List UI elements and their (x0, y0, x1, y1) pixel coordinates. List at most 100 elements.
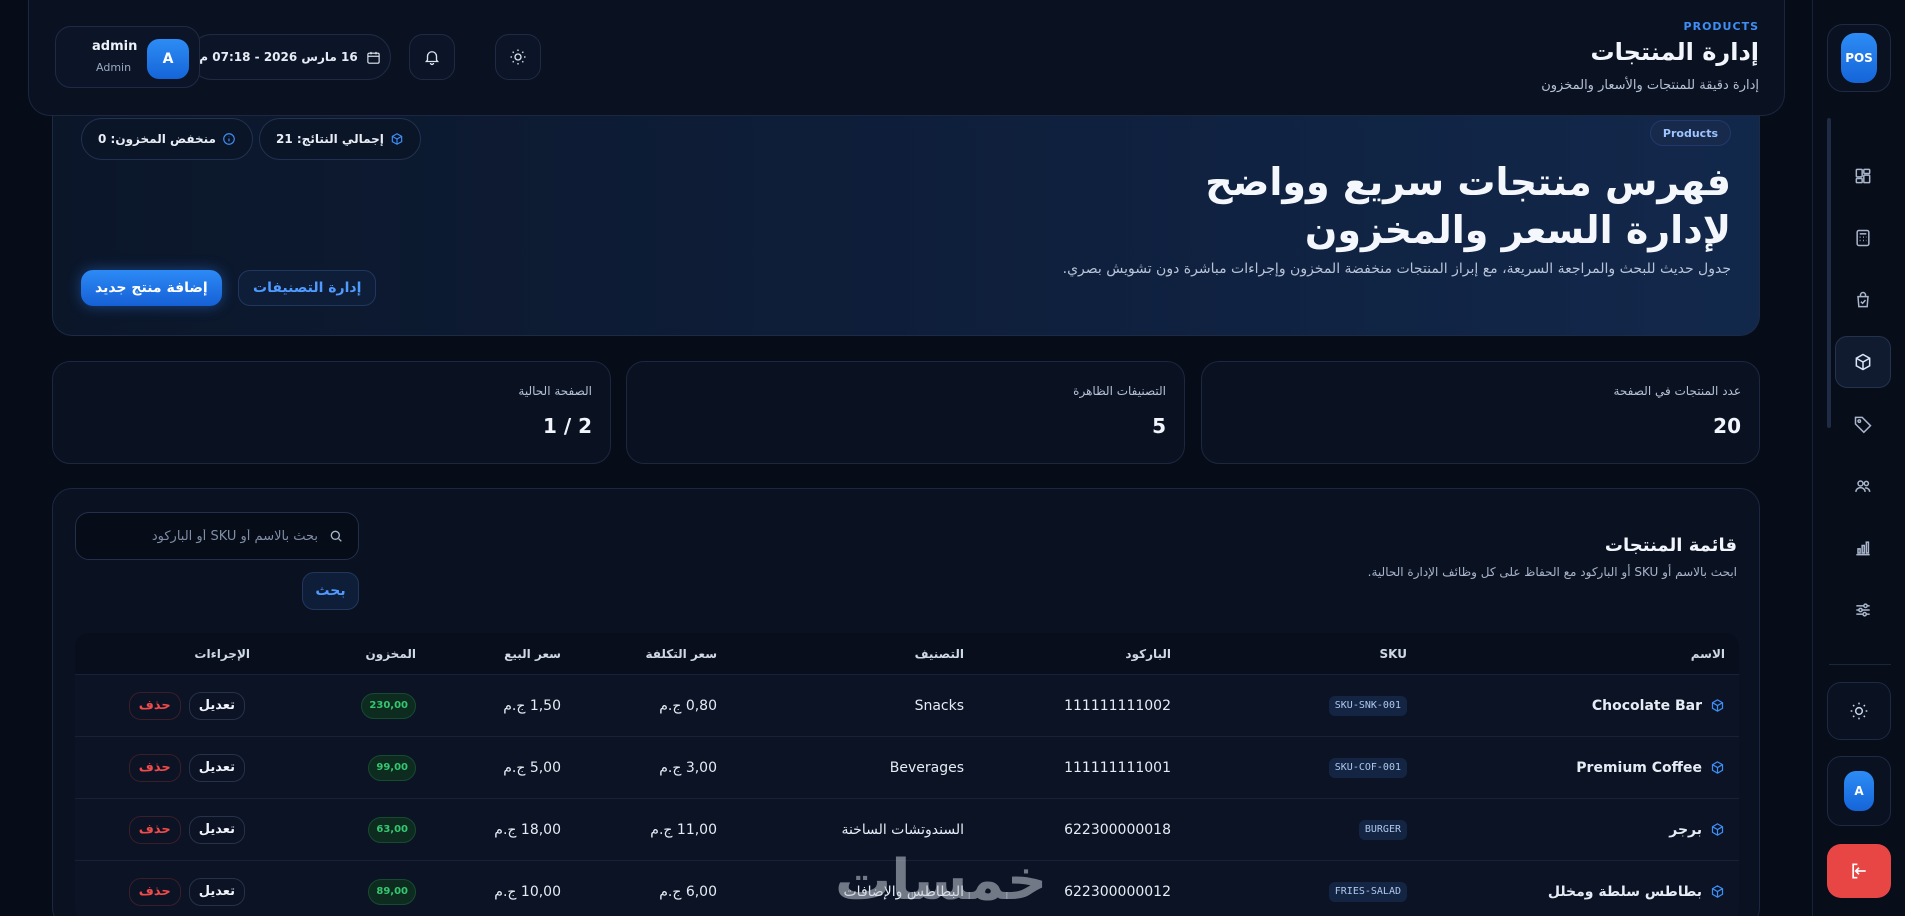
column-header-category[interactable]: التصنيف (915, 633, 964, 674)
table-row[interactable]: Chocolate Bar SKU-SNK-001 111111111002 S… (75, 675, 1739, 737)
sidebar-item-users[interactable] (1835, 460, 1891, 512)
low-stock-text: منخفض المخزون: 0 (98, 132, 216, 146)
low-stock-pill: منخفض المخزون: 0 (81, 118, 253, 160)
edit-button[interactable]: تعديل (188, 815, 245, 844)
stock-cell: 89,00 (368, 861, 416, 916)
users-icon (1855, 480, 1871, 492)
sku-cell: FRIES-SALAD (1328, 861, 1407, 916)
logout-button[interactable] (1827, 844, 1891, 898)
search-field[interactable] (75, 512, 359, 560)
calendar-icon (367, 51, 380, 64)
delete-button[interactable]: حذف (128, 691, 181, 720)
column-header-stock[interactable]: المخزون (366, 633, 416, 674)
box-icon (1711, 823, 1724, 836)
sku-badge: FRIES-SALAD (1328, 881, 1407, 902)
user-name: admin (92, 39, 138, 54)
page-subtitle: إدارة دقيقة للمنتجات والأسعار والمخزون (1541, 78, 1759, 93)
bar-chart-icon (1856, 541, 1870, 556)
total-results-pill: إجمالي النتائج: 21 (259, 118, 421, 160)
search-icon (330, 530, 342, 542)
logout-icon (1852, 863, 1866, 879)
delete-button[interactable]: حذف (128, 877, 181, 906)
dashboard-icon (1855, 168, 1871, 184)
sku-badge: SKU-SNK-001 (1328, 695, 1407, 716)
search-input[interactable] (90, 528, 318, 544)
total-results-text: إجمالي النتائج: 21 (276, 132, 384, 146)
box-icon (1855, 353, 1871, 371)
sidebar-item-settings[interactable] (1835, 584, 1891, 636)
edit-button[interactable]: تعديل (188, 877, 245, 906)
sidebar-scrollbar[interactable] (1827, 118, 1831, 428)
box-icon (1711, 885, 1724, 898)
metric-label: عدد المنتجات في الصفحة (1613, 384, 1742, 398)
sidebar-item-pos[interactable] (1835, 212, 1891, 264)
row-actions: تعديل حذف (128, 737, 245, 798)
products-title: قائمة المنتجات (1604, 535, 1737, 556)
box-icon (391, 133, 403, 145)
sku-badge: SKU-COF-001 (1328, 757, 1407, 778)
cost-cell: 6,00 ج.م (659, 883, 717, 900)
stock-cell: 99,00 (368, 737, 416, 798)
metric-label: الصفحة الحالية (518, 384, 592, 398)
page-title: إدارة المنتجات (1590, 38, 1759, 66)
user-avatar: A (147, 39, 189, 79)
barcode-cell: 622300000018 (1064, 821, 1171, 838)
logo-container[interactable]: POS (1827, 24, 1891, 92)
sidebar-item-reports[interactable] (1835, 522, 1891, 574)
column-header-name[interactable]: الاسم (1691, 633, 1725, 674)
sidebar-item-orders[interactable] (1835, 274, 1891, 326)
edit-button[interactable]: تعديل (188, 753, 245, 782)
theme-toggle-button[interactable] (495, 34, 541, 80)
metric-card-current-page: الصفحة الحالية 1 / 2 (52, 361, 611, 464)
box-icon (1711, 699, 1724, 712)
edit-button[interactable]: تعديل (188, 691, 245, 720)
cost-cell: 3,00 ج.م (659, 759, 717, 776)
bell-icon (425, 51, 439, 66)
barcode-cell: 111111111001 (1064, 759, 1171, 776)
sidebar-item-dashboard[interactable] (1835, 150, 1891, 202)
sidebar-theme-toggle[interactable] (1827, 682, 1891, 740)
product-name-cell: Premium Coffee (1576, 737, 1725, 798)
row-actions: تعديل حذف (128, 861, 245, 916)
price-cell: 18,00 ج.م (494, 821, 561, 838)
add-product-button[interactable]: إضافة منتج جديد (81, 270, 222, 306)
sku-cell: SKU-SNK-001 (1328, 675, 1407, 736)
product-name: بطاطس سلطة ومخلل (1547, 883, 1702, 900)
hero-tag: Products (1649, 120, 1731, 146)
sun-icon (510, 49, 526, 65)
column-header-cost[interactable]: سعر التكلفة (645, 633, 717, 674)
column-header-barcode[interactable]: الباركود (1125, 633, 1171, 674)
manage-categories-button[interactable]: إدارة التصنيفات (238, 270, 377, 306)
sidebar-avatar: A (1844, 771, 1874, 811)
delete-button[interactable]: حذف (128, 753, 181, 782)
product-name: Premium Coffee (1576, 759, 1702, 776)
product-name-cell: بطاطس سلطة ومخلل (1548, 861, 1725, 916)
sidebar-item-categories[interactable] (1835, 398, 1891, 450)
column-header-sku[interactable]: SKU (1380, 633, 1407, 674)
product-name: برجر (1669, 821, 1702, 838)
price-cell: 1,50 ج.م (503, 697, 561, 714)
delete-button[interactable]: حذف (128, 815, 181, 844)
table-row[interactable]: Premium Coffee SKU-COF-001 111111111001 … (75, 737, 1739, 799)
column-header-price[interactable]: سعر البيع (504, 633, 561, 674)
stock-badge: 63,00 (368, 816, 416, 843)
metric-card-products-count: عدد المنتجات في الصفحة 20 (1201, 361, 1760, 464)
user-menu[interactable]: A admin Admin (55, 26, 200, 88)
metric-value: 5 (1152, 414, 1166, 438)
hero-banner: Products فهرس منتجات سريع وواضح لإدارة ا… (52, 116, 1760, 336)
hero-description: جدول حديث للبحث والمراجعة السريعة، مع إب… (1062, 261, 1731, 277)
products-subtitle: ابحث بالاسم أو SKU أو الباركود مع الحفاظ… (1367, 565, 1737, 579)
sidebar-user[interactable]: A (1827, 756, 1891, 826)
user-role: Admin (96, 61, 132, 74)
watermark: خمسات (835, 848, 1048, 913)
sidebar-item-products[interactable] (1835, 336, 1891, 388)
metric-value: 1 / 2 (542, 414, 592, 438)
stock-badge: 99,00 (368, 754, 416, 781)
top-header: PRODUCTS إدارة المنتجات إدارة دقيقة للمن… (28, 0, 1785, 116)
notifications-button[interactable] (409, 34, 455, 80)
barcode-cell: 111111111002 (1064, 697, 1171, 714)
search-button[interactable]: بحث (302, 572, 359, 610)
product-name-cell: Chocolate Bar (1592, 675, 1725, 736)
box-icon (1711, 761, 1724, 774)
stock-cell: 63,00 (368, 799, 416, 860)
